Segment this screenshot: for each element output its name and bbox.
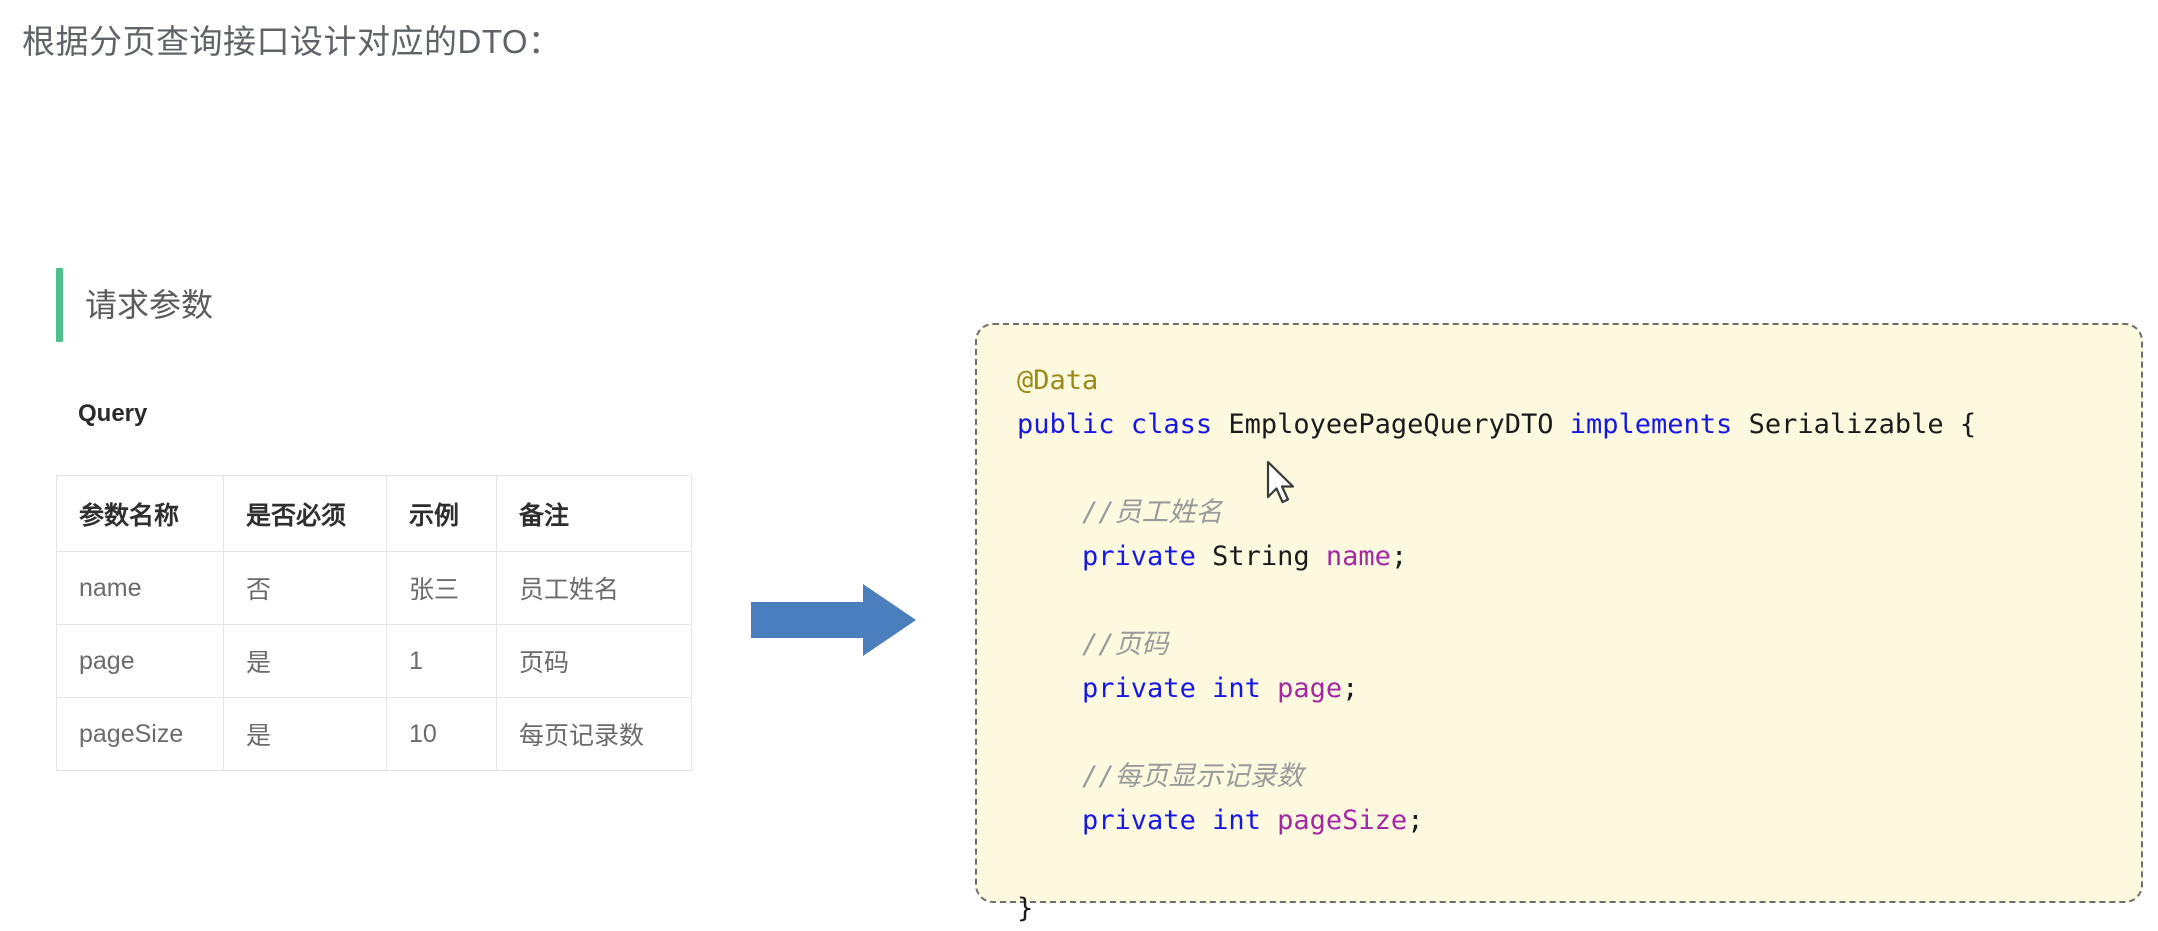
table-cell: name	[56, 551, 224, 625]
table-cell: 是	[223, 697, 387, 771]
code-token-kw: implements	[1569, 409, 1733, 440]
table-cell: 是	[223, 624, 387, 698]
table-cell: 员工姓名	[496, 551, 692, 625]
code-token-type: String	[1212, 541, 1310, 572]
code-token-plain: ;	[1407, 805, 1424, 836]
section-heading-label: 请求参数	[85, 287, 214, 323]
table-cell: 10	[386, 697, 497, 771]
code-token-anno: @Data	[1017, 365, 1099, 396]
table-header-cell: 示例	[386, 475, 497, 552]
table-cell: page	[56, 624, 224, 698]
code-token-kw: private	[1082, 541, 1196, 572]
table-row: page 是 1 页码	[56, 624, 692, 698]
table-cell: pageSize	[56, 697, 224, 771]
section-accent-bar	[56, 268, 63, 342]
code-token-comment: //每页显示记录数	[1082, 761, 1304, 792]
table-header-cell: 参数名称	[56, 475, 224, 552]
table-cell: 张三	[386, 551, 497, 625]
code-token-kw: private	[1082, 673, 1196, 704]
code-token-plain: ;	[1342, 673, 1359, 704]
arrow-right-icon	[751, 584, 916, 656]
code-token-comment: //页码	[1082, 629, 1169, 660]
section-heading: 请求参数	[56, 268, 213, 342]
code-token-comment: //员工姓名	[1082, 497, 1223, 528]
dto-code-panel: @Data public class EmployeePageQueryDTO …	[975, 323, 2143, 924]
code-token-field: pageSize	[1277, 805, 1408, 836]
dto-code-block: @Data public class EmployeePageQueryDTO …	[1017, 359, 2101, 931]
code-token-field: name	[1325, 541, 1391, 572]
code-token-type: Serializable	[1748, 409, 1944, 440]
query-subheading: Query	[78, 400, 148, 427]
code-token-type: EmployeePageQueryDTO	[1228, 409, 1554, 440]
table-cell: 每页记录数	[496, 697, 692, 771]
code-token-plain: }	[1017, 893, 1034, 924]
table-row: name 否 张三 员工姓名	[56, 551, 692, 625]
code-token-kw: private	[1082, 805, 1196, 836]
code-token-plain: {	[1943, 409, 1977, 440]
table-row: pageSize 是 10 每页记录数	[56, 697, 692, 771]
table-cell: 1	[386, 624, 497, 698]
code-token-kw: int	[1212, 805, 1261, 836]
table-header-row: 参数名称 是否必须 示例 备注	[56, 475, 692, 552]
request-parameters-panel: 请求参数 Query 参数名称 是否必须 示例 备注 name 否 张三 员工姓…	[0, 0, 950, 927]
code-token-field: page	[1277, 673, 1343, 704]
parameters-table: 参数名称 是否必须 示例 备注 name 否 张三 员工姓名 page 是 1 …	[56, 475, 692, 771]
code-token-kw: class	[1130, 409, 1213, 440]
table-header-cell: 是否必须	[223, 475, 387, 552]
table-cell: 否	[223, 551, 387, 625]
table-cell: 页码	[496, 624, 692, 698]
table-header-cell: 备注	[496, 475, 692, 552]
code-token-kw: int	[1212, 673, 1261, 704]
code-token-plain: ;	[1390, 541, 1408, 572]
code-token-kw: public	[1017, 409, 1115, 440]
